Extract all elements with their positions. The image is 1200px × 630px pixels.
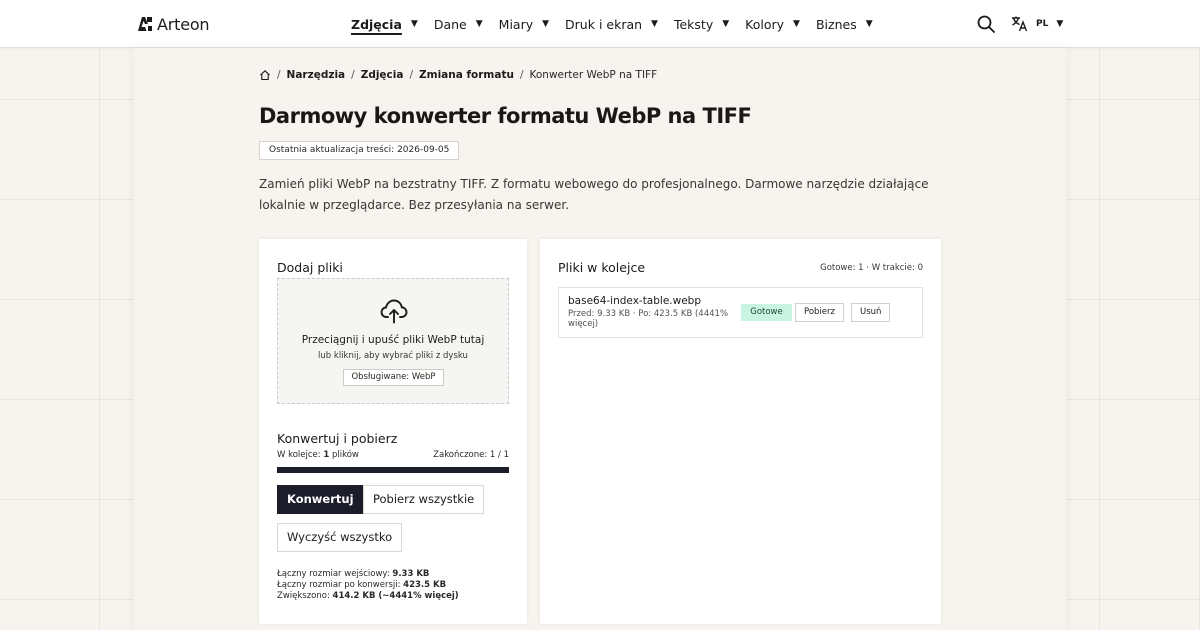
- last-updated-badge: Ostatnia aktualizacja treści: 2026-09-05: [259, 141, 460, 160]
- queue-status: Gotowe: 1 · W trakcie: 0: [820, 263, 923, 273]
- search-button[interactable]: [976, 14, 996, 34]
- conversion-progress-bar: [277, 467, 509, 473]
- queue-file-item: base64-index-table.webp Przed: 9.33 KB ·…: [558, 287, 923, 338]
- nav-label: Kolory: [745, 16, 785, 32]
- page-title: Darmowy konwerter formatu WebP na TIFF: [259, 104, 752, 128]
- language-switcher[interactable]: PL ▼: [1011, 15, 1063, 32]
- queue-count-text: W kolejce: 1 plików: [277, 450, 359, 460]
- total-output-size: Łączny rozmiar po konwersji: 423.5 KB: [277, 580, 459, 591]
- main-nav: Zdjęcia ▼ Dane ▼ Miary ▼ Druk i ekran ▼ …: [351, 0, 889, 48]
- nav-label: Biznes: [815, 16, 857, 32]
- breadcrumb-separator: /: [277, 69, 281, 81]
- caret-down-icon: ▼: [865, 19, 873, 29]
- nav-item-photos[interactable]: Zdjęcia ▼: [351, 17, 418, 32]
- size-change-value: 414.2 KB (~4441% więcej): [332, 591, 459, 601]
- supported-formats-badge: Obsługiwane: WebP: [343, 369, 444, 386]
- total-input-size: Łączny rozmiar wejściowy: 9.33 KB: [277, 569, 459, 580]
- total-input-value: 9.33 KB: [392, 569, 430, 579]
- logo-text: Arteon: [157, 14, 210, 34]
- caret-down-icon: ▼: [651, 19, 658, 29]
- nav-label: Druk i ekran: [565, 16, 643, 32]
- nav-label: Zdjęcia: [351, 16, 402, 32]
- caret-down-icon: ▼: [542, 19, 550, 29]
- queue-summary: W kolejce: 1 plików Zakończone: 1 / 1: [277, 450, 509, 460]
- convert-button[interactable]: Konwertuj: [277, 485, 364, 514]
- nav-item-print-screen[interactable]: Druk i ekran ▼: [565, 17, 658, 32]
- breadcrumb-separator: /: [409, 69, 414, 81]
- status-badge: Gotowe: [741, 304, 792, 321]
- breadcrumb-separator: /: [351, 69, 355, 81]
- nav-item-business[interactable]: Biznes ▼: [816, 17, 873, 32]
- brand-logo[interactable]: Arteon: [137, 14, 210, 34]
- breadcrumb-item-photos[interactable]: Zdjęcia: [361, 69, 404, 81]
- caret-down-icon: ▼: [1056, 18, 1064, 29]
- breadcrumb-current: Konwerter WebP na TIFF: [529, 69, 658, 81]
- file-size-info: Przed: 9.33 KB · Po: 423.5 KB (4441% wię…: [568, 309, 729, 329]
- logo-icon: [138, 17, 152, 31]
- download-file-button[interactable]: Pobierz: [795, 303, 844, 322]
- size-change-label: Zwiększono:: [277, 591, 333, 601]
- total-output-value: 423.5 KB: [403, 580, 447, 590]
- caret-down-icon: ▼: [475, 19, 483, 29]
- total-input-label: Łączny rozmiar wejściowy:: [277, 569, 393, 579]
- queue-suffix: plików: [329, 450, 359, 460]
- top-navigation-bar: Arteon Zdjęcia ▼ Dane ▼ Miary ▼ Druk i e…: [0, 0, 1200, 48]
- translate-icon: [1012, 16, 1028, 32]
- total-output-label: Łączny rozmiar po konwersji:: [277, 580, 404, 590]
- cloud-upload-icon: [380, 299, 408, 324]
- convert-download-title: Konwertuj i pobierz: [277, 431, 398, 446]
- breadcrumb: / Narzędzia / Zdjęcia / Zmiana formatu /…: [259, 69, 657, 81]
- nav-label: Teksty: [673, 16, 714, 32]
- nav-label: Dane: [433, 16, 467, 32]
- queue-title: Pliki w kolejce: [558, 260, 646, 275]
- nav-label: Miary: [498, 16, 534, 32]
- size-change: Zwiększono: 414.2 KB (~4441% więcej): [277, 591, 459, 602]
- download-all-button[interactable]: Pobierz wszystkie: [363, 485, 485, 514]
- breadcrumb-item-tools[interactable]: Narzędzia: [287, 69, 346, 81]
- completed-count: Zakończone: 1 / 1: [433, 450, 509, 460]
- dropzone-title: Przeciągnij i upuść pliki WebP tutaj: [301, 334, 485, 346]
- nav-item-texts[interactable]: Teksty ▼: [674, 17, 729, 32]
- caret-down-icon: ▼: [793, 19, 800, 29]
- add-files-title: Dodaj pliki: [277, 260, 343, 275]
- queue-prefix: W kolejce:: [277, 450, 324, 460]
- caret-down-icon: ▼: [722, 19, 730, 29]
- size-totals: Łączny rozmiar wejściowy: 9.33 KB Łączny…: [277, 569, 459, 602]
- dropzone-subtitle: lub kliknij, aby wybrać pliki z dysku: [318, 351, 468, 361]
- caret-down-icon: ▼: [410, 19, 418, 29]
- progress-fill: [277, 467, 509, 473]
- search-icon: [977, 15, 995, 33]
- breadcrumb-item-format-change[interactable]: Zmiana formatu: [419, 69, 514, 81]
- nav-item-data[interactable]: Dane ▼: [434, 17, 483, 32]
- file-name: base64-index-table.webp: [568, 295, 702, 307]
- page-intro: Zamień pliki WebP na bezstratny TIFF. Z …: [259, 177, 929, 212]
- nav-item-measures[interactable]: Miary ▼: [499, 17, 549, 32]
- language-code: PL: [1036, 18, 1049, 29]
- breadcrumb-separator: /: [519, 69, 524, 81]
- file-dropzone[interactable]: Przeciągnij i upuść pliki WebP tutaj lub…: [277, 278, 509, 404]
- nav-item-colors[interactable]: Kolory ▼: [745, 17, 800, 32]
- file-queue-card: Pliki w kolejce Gotowe: 1 · W trakcie: 0…: [540, 239, 941, 624]
- upload-convert-card: Dodaj pliki Przeciągnij i upuść pliki We…: [259, 239, 527, 624]
- clear-all-button[interactable]: Wyczyść wszystko: [277, 523, 403, 552]
- home-icon[interactable]: [259, 69, 271, 81]
- remove-file-button[interactable]: Usuń: [851, 303, 891, 322]
